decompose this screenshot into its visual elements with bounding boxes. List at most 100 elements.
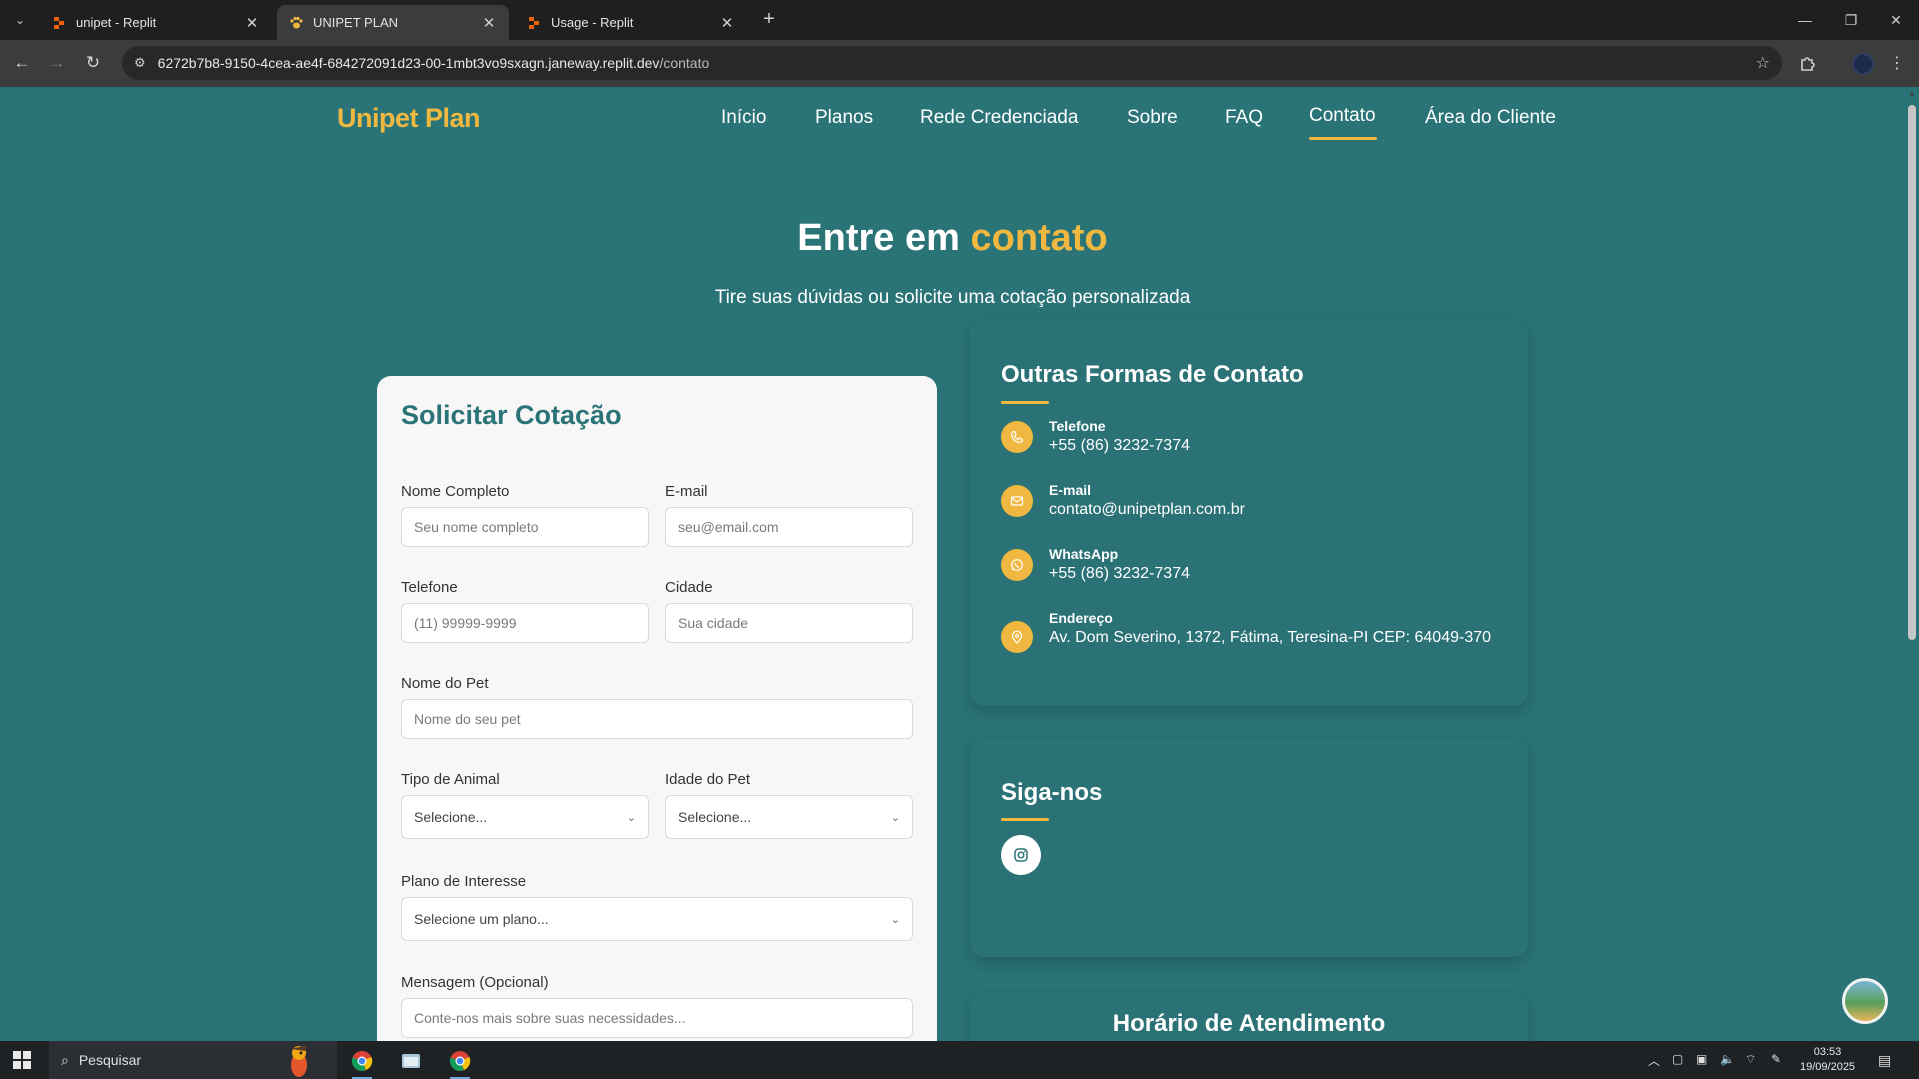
search-icon: ⌕ xyxy=(61,1051,69,1068)
chevron-down-icon: ⌄ xyxy=(626,811,636,824)
phone-label: Telefone xyxy=(401,579,458,596)
social-card-title: Siga-nos xyxy=(1001,779,1103,806)
name-input[interactable] xyxy=(401,507,649,547)
clock-time: 03:53 xyxy=(1813,1046,1842,1058)
extensions-puzzle-icon[interactable] xyxy=(1797,52,1819,74)
chevron-down-icon: ⌄ xyxy=(890,913,900,926)
close-tab-icon[interactable]: ✕ xyxy=(719,14,735,32)
scrollbar-thumb[interactable] xyxy=(1908,105,1916,640)
close-tab-icon[interactable]: ✕ xyxy=(244,14,260,32)
profile-avatar[interactable] xyxy=(1852,53,1874,75)
reload-icon[interactable]: ↻ xyxy=(81,51,105,75)
minimize-icon[interactable]: — xyxy=(1782,0,1828,40)
pet-age-value: Selecione... xyxy=(678,809,752,825)
wifi-icon[interactable]: ⌔ xyxy=(1745,1052,1756,1067)
volume-icon[interactable]: 🔈 xyxy=(1720,1052,1735,1066)
message-label: Mensagem (Opcional) xyxy=(401,974,549,991)
animal-type-value: Selecione... xyxy=(414,809,488,825)
site-info-icon[interactable]: ⚙ xyxy=(134,55,146,71)
tab-title: Usage - Replit xyxy=(551,15,634,30)
notifications-icon[interactable]: ▤ xyxy=(1878,1052,1891,1069)
nav-inicio[interactable]: Início xyxy=(721,107,766,129)
windows-start-icon[interactable] xyxy=(13,1051,31,1069)
site-logo[interactable]: Unipet Plan xyxy=(337,103,481,134)
name-label: Nome Completo xyxy=(401,483,510,500)
windows-taskbar: ⌕ Pesquisar ︿ ▢ ▣ 🔈 ⌔ ✎ 03:53 19/09/2025… xyxy=(0,1041,1919,1079)
restore-icon[interactable]: ❐ xyxy=(1828,0,1874,40)
parrot-widget-icon[interactable] xyxy=(274,1041,324,1079)
chevron-down-icon: ⌄ xyxy=(890,811,900,824)
pet-age-label: Idade do Pet xyxy=(665,771,751,788)
tray-chevron-up-icon[interactable]: ︿ xyxy=(1648,1052,1660,1069)
quote-form-card: Solicitar Cotação Nome Completo E-mail T… xyxy=(377,376,937,1041)
page-subtitle: Tire suas dúvidas ou solicite uma cotaçã… xyxy=(714,287,1191,308)
clock-date: 19/09/2025 xyxy=(1800,1061,1856,1073)
contact-value-telefone[interactable]: +55 (86) 3232-7374 xyxy=(1049,434,1499,458)
close-window-icon[interactable]: ✕ xyxy=(1873,0,1919,40)
replit-icon xyxy=(52,16,66,30)
address-url: 6272b7b8-9150-4cea-ae4f-684272091d23-00-… xyxy=(157,55,710,71)
instagram-icon[interactable] xyxy=(1001,835,1041,875)
plan-select[interactable]: Selecione um plano... ⌄ xyxy=(401,897,913,941)
replit-icon xyxy=(527,16,541,30)
contact-value-whatsapp[interactable]: +55 (86) 3232-7374 xyxy=(1049,562,1499,586)
message-textarea[interactable] xyxy=(401,998,913,1038)
title-underline xyxy=(1001,401,1049,404)
email-label: E-mail xyxy=(665,483,708,500)
contact-label-whatsapp: WhatsApp xyxy=(1049,546,1119,562)
taskbar-search-text: Pesquisar xyxy=(78,1052,142,1068)
contact-label-email: E-mail xyxy=(1049,482,1092,498)
close-tab-icon[interactable]: ✕ xyxy=(481,14,497,32)
pen-icon[interactable]: ✎ xyxy=(1771,1052,1781,1066)
browser-tab-unipet-replit[interactable]: unipet - Replit ✕ xyxy=(40,5,272,40)
social-card: Siga-nos xyxy=(970,739,1528,957)
browser-tab-bar: ⌄ unipet - Replit ✕ UNIPET PLAN ✕ Usage … xyxy=(0,0,1919,40)
animal-type-select[interactable]: Selecione... ⌄ xyxy=(401,795,649,839)
taskbar-clock[interactable]: 03:53 19/09/2025 xyxy=(1800,1045,1855,1075)
animal-type-label: Tipo de Animal xyxy=(401,771,500,788)
email-input[interactable] xyxy=(665,507,913,547)
taskbar-search[interactable]: ⌕ Pesquisar xyxy=(49,1041,337,1079)
hours-card-title: Horário de Atendimento xyxy=(1112,1010,1386,1037)
chrome-profile-taskbar-icon[interactable] xyxy=(442,1046,478,1079)
browser-toolbar: ← → ↻ ⚙ 6272b7b8-9150-4cea-ae4f-68427209… xyxy=(0,40,1919,87)
paw-icon xyxy=(289,16,303,30)
tab-search-chevron-icon[interactable]: ⌄ xyxy=(8,8,32,32)
nav-rede-credenciada[interactable]: Rede Credenciada xyxy=(920,107,1078,129)
hours-card: Horário de Atendimento xyxy=(970,993,1528,1041)
address-bar[interactable]: ⚙ 6272b7b8-9150-4cea-ae4f-684272091d23-0… xyxy=(122,46,1782,80)
nav-contato[interactable]: Contato xyxy=(1309,105,1376,127)
browser-tab-unipet-plan[interactable]: UNIPET PLAN ✕ xyxy=(277,5,509,40)
scroll-up-icon[interactable]: ▲ xyxy=(1908,89,1916,98)
whatsapp-icon xyxy=(1001,549,1033,581)
new-tab-icon[interactable]: + xyxy=(758,8,780,31)
page-scrollbar[interactable]: ▲ xyxy=(1905,87,1919,1041)
contact-label-endereco: Endereço xyxy=(1049,610,1113,626)
pet-age-select[interactable]: Selecione... ⌄ xyxy=(665,795,913,839)
map-pin-icon xyxy=(1001,621,1033,653)
forward-arrow-icon[interactable]: → xyxy=(45,51,69,75)
browser-tab-usage-replit[interactable]: Usage - Replit ✕ xyxy=(515,5,747,40)
phone-icon xyxy=(1001,421,1033,453)
title-underline xyxy=(1001,818,1049,821)
bookmark-star-icon[interactable]: ☆ xyxy=(1756,53,1770,73)
city-input[interactable] xyxy=(665,603,913,643)
browser-menu-icon[interactable]: ⋮ xyxy=(1886,52,1908,74)
display-icon[interactable]: ▣ xyxy=(1696,1052,1707,1066)
chat-widget-avatar[interactable] xyxy=(1842,978,1888,1024)
contact-info-card: Outras Formas de Contato Telefone +55 (8… xyxy=(970,319,1528,706)
contact-value-email[interactable]: contato@unipetplan.com.br xyxy=(1049,498,1499,522)
pet-name-input[interactable] xyxy=(401,699,913,739)
back-arrow-icon[interactable]: ← xyxy=(10,51,34,75)
phone-input[interactable] xyxy=(401,603,649,643)
nav-area-do-cliente[interactable]: Área do Cliente xyxy=(1425,107,1556,129)
nav-faq[interactable]: FAQ xyxy=(1225,107,1263,129)
tab-title: unipet - Replit xyxy=(76,15,157,30)
meet-now-icon[interactable]: ▢ xyxy=(1672,1052,1683,1066)
nav-planos[interactable]: Planos xyxy=(815,107,873,129)
chrome-taskbar-icon[interactable] xyxy=(344,1046,380,1079)
nav-sobre[interactable]: Sobre xyxy=(1127,107,1178,129)
page-title: Entre em contato xyxy=(797,217,1108,259)
file-explorer-taskbar-icon[interactable] xyxy=(393,1046,429,1076)
page-content: Unipet Plan Início Planos Rede Credencia… xyxy=(0,87,1905,1041)
